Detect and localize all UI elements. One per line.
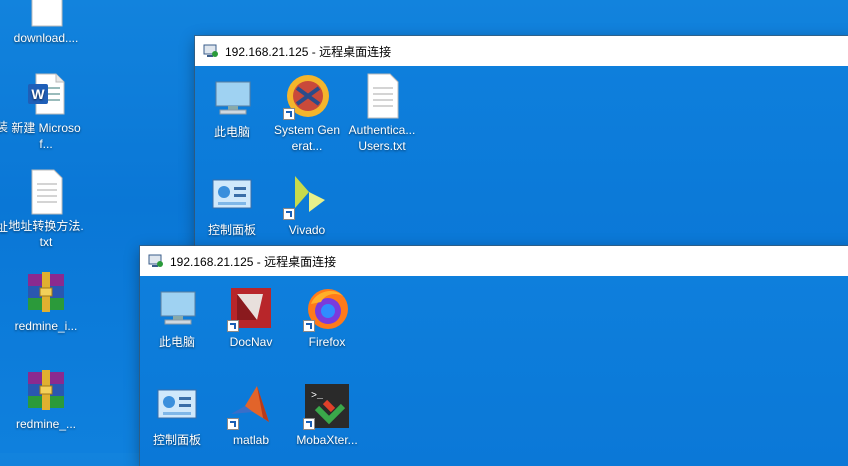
remote-icon-label: MobaXter... xyxy=(296,433,358,447)
remote-icon-authentica-users[interactable]: Authentica... Users.txt xyxy=(347,72,417,154)
desktop-icon-download[interactable]: download.... xyxy=(8,0,84,46)
remote-icon-docnav[interactable]: DocNav xyxy=(216,284,286,350)
remote-icon-firefox[interactable]: Firefox xyxy=(292,284,362,350)
firefox-icon xyxy=(303,284,351,332)
desktop-icon-label: 新建 Microsof... xyxy=(11,121,81,151)
clipped-desktop-label: 址 xyxy=(0,220,9,234)
desktop-icon-label: download.... xyxy=(13,31,79,45)
remote-icon-label: 此电脑 xyxy=(158,335,195,349)
word-icon: W xyxy=(22,70,70,118)
computer-icon xyxy=(153,284,201,332)
remote-icon-label: Vivado xyxy=(288,223,326,237)
remote-icon-label: 此电脑 xyxy=(213,125,250,139)
archive-icon xyxy=(22,366,70,414)
text-file-icon xyxy=(22,168,70,216)
shortcut-arrow-icon xyxy=(227,320,239,332)
remote-icon-control-panel[interactable]: 控制面板 xyxy=(142,382,212,448)
remote-icon-vivado[interactable]: Vivado xyxy=(272,172,342,238)
remote-desktop-window-1[interactable]: 192.168.21.125 - 远程桌面连接 此电脑 System Gener… xyxy=(195,36,848,250)
remote-desktop-icon xyxy=(148,253,164,269)
text-file-icon xyxy=(358,72,406,120)
control-panel-icon xyxy=(153,382,201,430)
svg-text:W: W xyxy=(31,86,45,102)
clipped-desktop-label: 装 xyxy=(0,120,9,134)
remote-icon-matlab[interactable]: matlab xyxy=(216,382,286,448)
remote-icon-label: 控制面板 xyxy=(207,223,256,237)
desktop-icon-redmine-2[interactable]: redmine_... xyxy=(8,366,84,432)
matlab-icon xyxy=(227,382,275,430)
window-title: 192.168.21.125 - 远程桌面连接 xyxy=(225,44,392,59)
shortcut-arrow-icon xyxy=(283,108,295,120)
desktop-icon-label: redmine_i... xyxy=(14,319,78,333)
shortcut-arrow-icon xyxy=(303,418,315,430)
shortcut-arrow-icon xyxy=(303,320,315,332)
remote-icon-system-generator[interactable]: System Generat... xyxy=(272,72,342,154)
remote-desktop-window-2[interactable]: 192.168.21.125 - 远程桌面连接 此电脑 DocNav Firef… xyxy=(140,246,848,466)
remote-icon-this-pc[interactable]: 此电脑 xyxy=(197,74,267,140)
window-titlebar[interactable]: 192.168.21.125 - 远程桌面连接 xyxy=(195,36,848,66)
desktop-icon-word-doc[interactable]: W 新建 Microsof... xyxy=(8,70,84,152)
remote-icon-this-pc[interactable]: 此电脑 xyxy=(142,284,212,350)
remote-desktop-icon xyxy=(203,43,219,59)
mobaxterm-icon: >_ xyxy=(303,382,351,430)
shortcut-arrow-icon xyxy=(283,208,295,220)
desktop-icon-redmine-1[interactable]: redmine_i... xyxy=(8,268,84,334)
remote-icon-label: 控制面板 xyxy=(152,433,201,447)
shortcut-arrow-icon xyxy=(227,418,239,430)
computer-icon xyxy=(208,74,256,122)
window-titlebar[interactable]: 192.168.21.125 - 远程桌面连接 xyxy=(140,246,848,276)
archive-icon xyxy=(22,268,70,316)
vivado-icon xyxy=(283,172,331,220)
remote-desktop-area: 此电脑 DocNav Firefox 控制面板 matlab >_ MobaXt… xyxy=(140,276,848,466)
remote-icon-label: System Generat... xyxy=(273,123,341,153)
remote-desktop-area: 此电脑 System Generat... Authentica... User… xyxy=(195,66,848,250)
remote-icon-label: DocNav xyxy=(229,335,273,349)
remote-icon-label: Authentica... Users.txt xyxy=(348,123,416,153)
system-generator-icon xyxy=(283,72,331,120)
file-icon xyxy=(22,0,70,28)
remote-icon-label: Firefox xyxy=(308,335,346,349)
desktop-icon-label: redmine_... xyxy=(15,417,77,431)
remote-icon-control-panel[interactable]: 控制面板 xyxy=(197,172,267,238)
desktop-icon-label: 地址转换方法.txt xyxy=(8,219,84,249)
desktop-icon-txt[interactable]: 地址转换方法.txt xyxy=(8,168,84,250)
control-panel-icon xyxy=(208,172,256,220)
svg-text:>_: >_ xyxy=(311,391,324,402)
window-title: 192.168.21.125 - 远程桌面连接 xyxy=(170,254,337,269)
docnav-icon xyxy=(227,284,275,332)
remote-icon-mobaxterm[interactable]: >_ MobaXter... xyxy=(292,382,362,448)
remote-icon-label: matlab xyxy=(232,433,270,447)
